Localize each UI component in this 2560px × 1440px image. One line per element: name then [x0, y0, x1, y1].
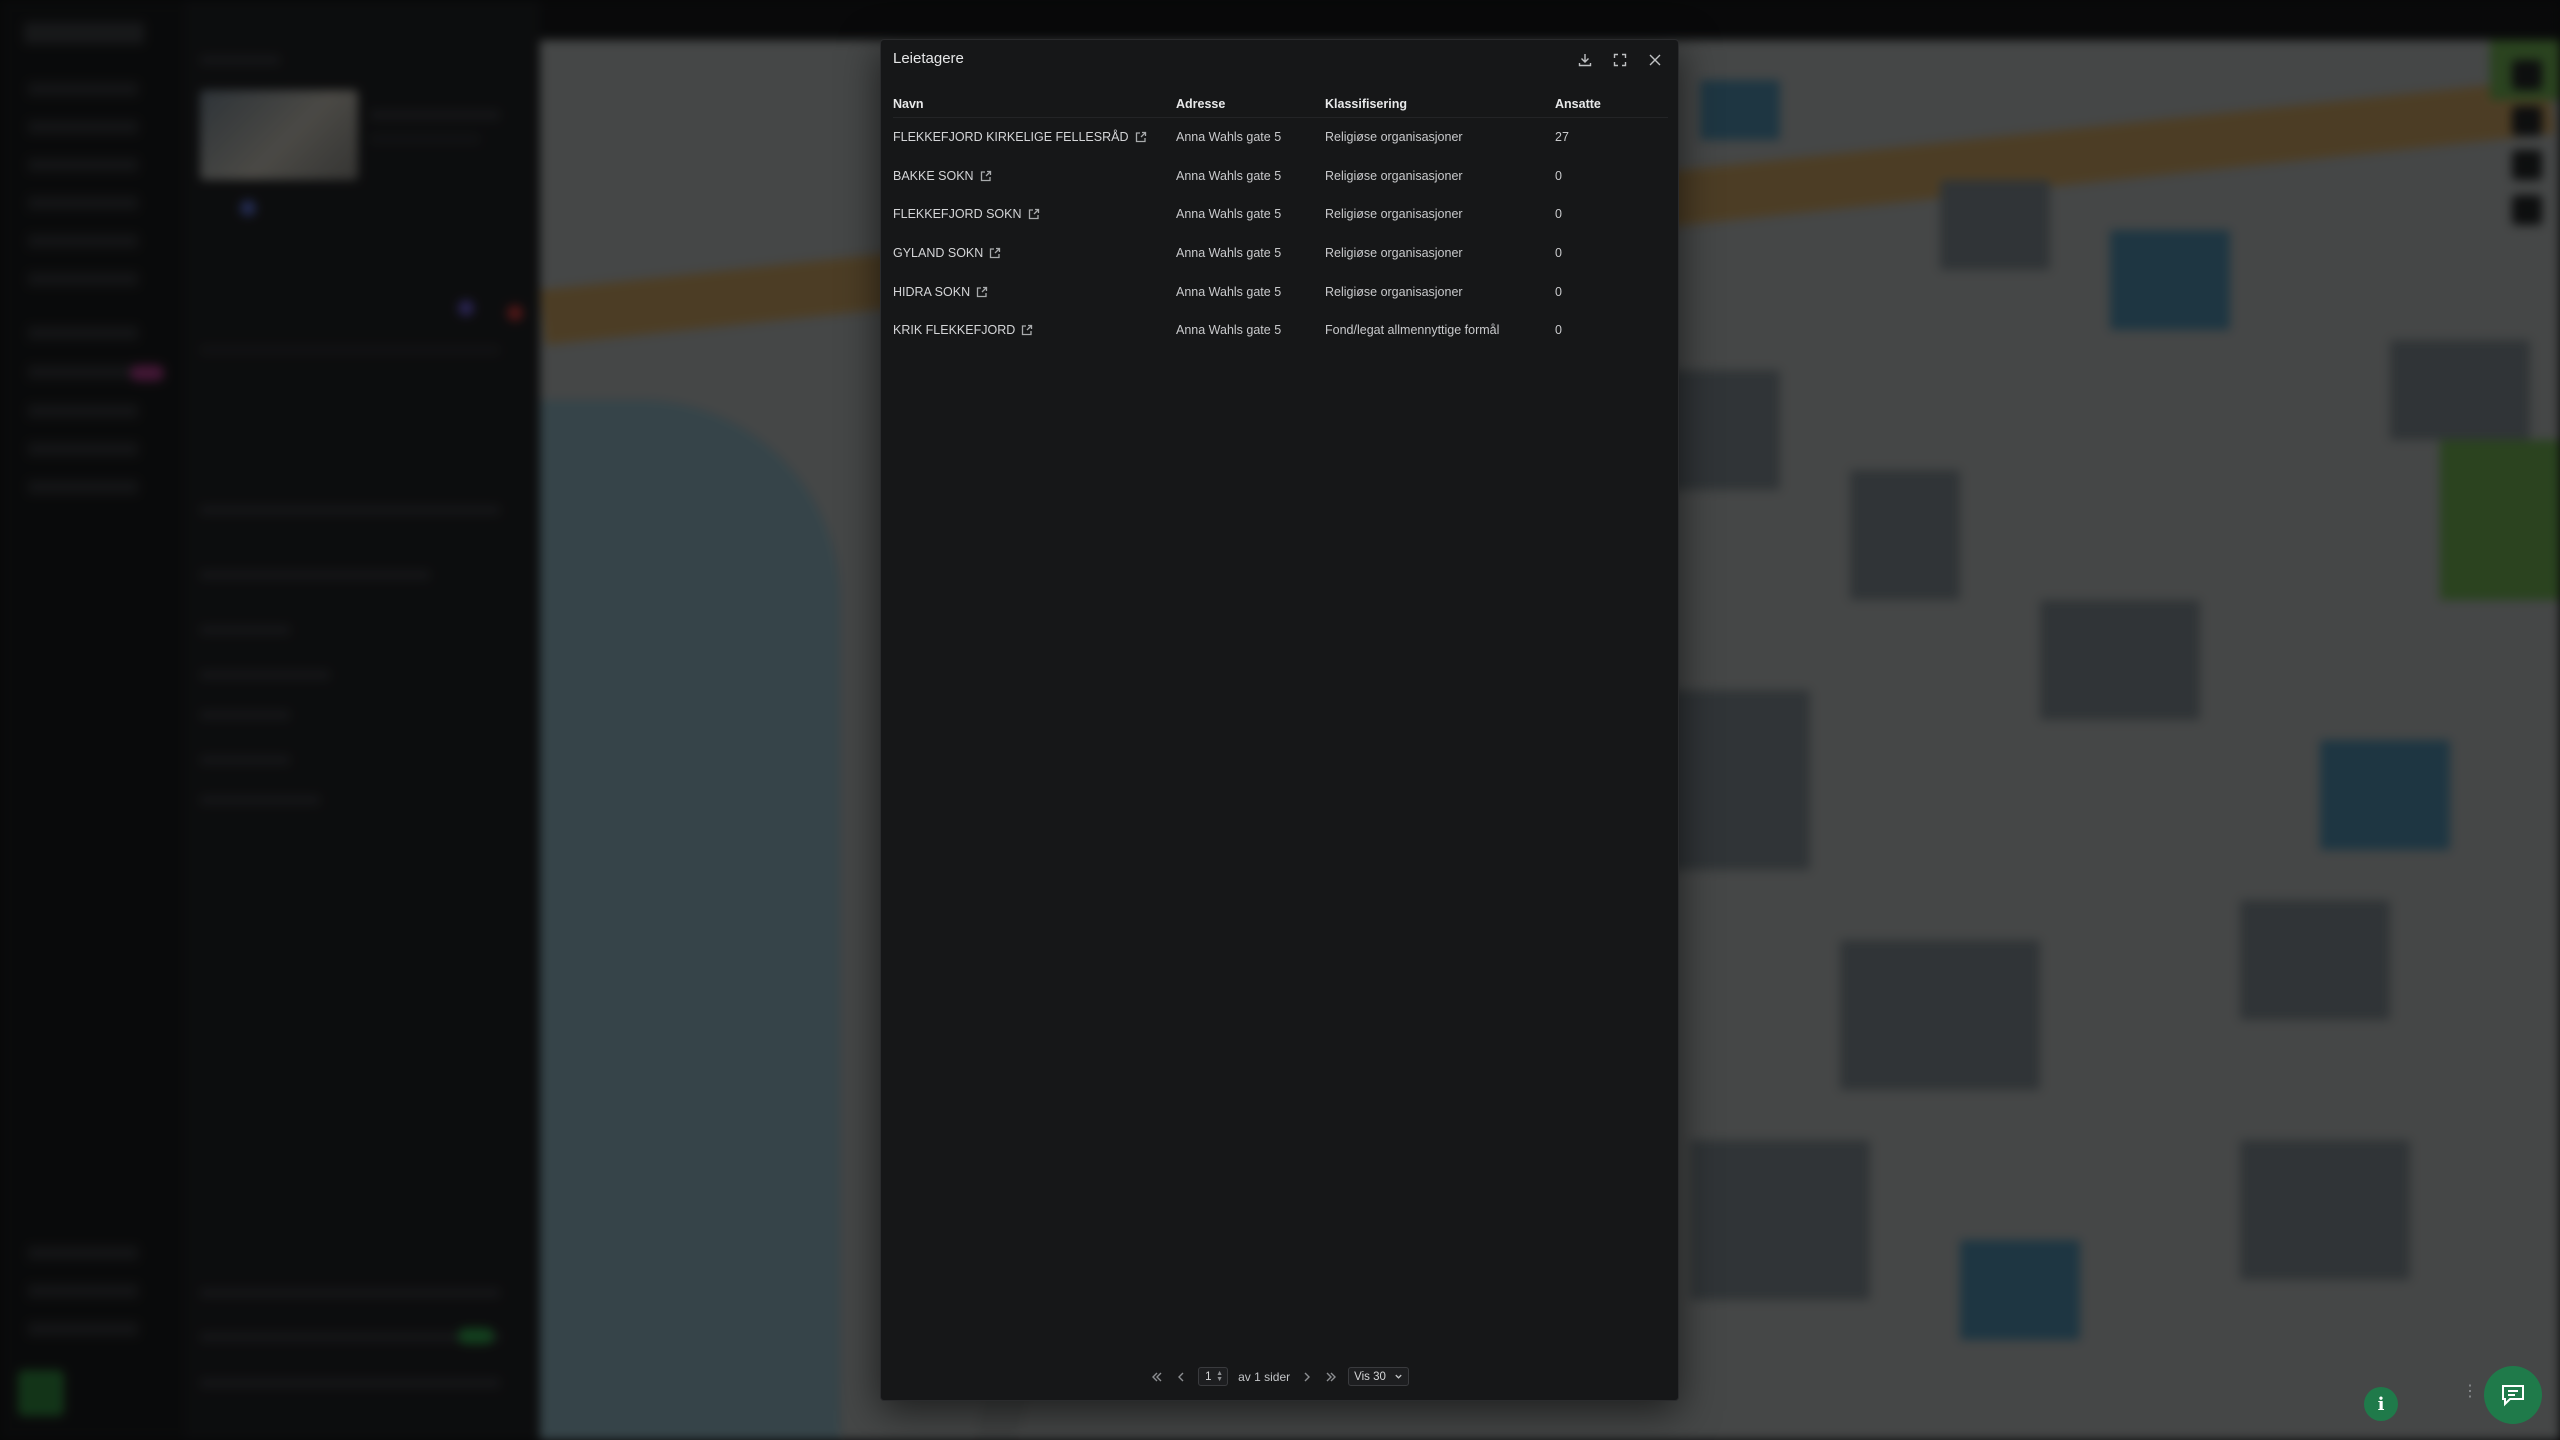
first-page-button[interactable] [1150, 1371, 1164, 1383]
previous-page-button[interactable] [1174, 1371, 1188, 1383]
tenant-employees: 0 [1555, 246, 1562, 261]
column-header-name[interactable]: Navn [893, 97, 1176, 111]
tenant-address: Anna Wahls gate 5 [1176, 284, 1282, 299]
external-link-icon[interactable] [980, 170, 992, 182]
tenant-employees: 0 [1555, 207, 1562, 222]
drag-handle-icon[interactable]: ⋮⋮ [2462, 1384, 2495, 1410]
page-number: 1 [1205, 1370, 1212, 1383]
tenant-classification: Fond/legat allmennyttige formål [1325, 323, 1500, 338]
table-row: KRIK FLEKKEFJORD Anna Wahls gate 5 Fond/… [893, 311, 1668, 350]
pagination: 1 ▲ ▼ av 1 sider Vis 30 [881, 1367, 1678, 1386]
page-count-label: av 1 sider [1238, 1369, 1291, 1384]
tenant-name[interactable]: FLEKKEFJORD SOKN [893, 207, 1022, 221]
info-button[interactable]: i [2364, 1387, 2398, 1421]
chevron-down-icon [1395, 1374, 1402, 1379]
info-icon: i [2377, 1393, 2385, 1415]
tenants-table: Navn Adresse Klassifisering Ansatte FLEK… [893, 90, 1668, 350]
page-size-value: Vis 30 [1354, 1370, 1386, 1383]
download-button[interactable] [1571, 49, 1598, 71]
column-header-address[interactable]: Adresse [1176, 97, 1325, 111]
tenants-dialog: Leietagere Navn Adresse Klassifisering A… [880, 39, 1679, 1401]
tenant-address: Anna Wahls gate 5 [1176, 168, 1282, 183]
tenant-name-link[interactable]: HIDRA SOKN [893, 285, 1176, 299]
column-header-employees[interactable]: Ansatte [1555, 97, 1668, 111]
table-row: HIDRA SOKN Anna Wahls gate 5 Religiøse o… [893, 272, 1668, 311]
tenant-name-link[interactable]: GYLAND SOKN [893, 246, 1176, 260]
tenant-name[interactable]: HIDRA SOKN [893, 285, 970, 299]
close-button[interactable] [1641, 49, 1668, 71]
chat-button[interactable] [2484, 1366, 2542, 1424]
download-icon [1578, 54, 1591, 67]
spinner-icon[interactable]: ▲ ▼ [1216, 1370, 1223, 1383]
double-chevron-right-icon [1326, 1372, 1337, 1381]
external-link-icon[interactable] [1021, 324, 1033, 336]
dialog-actions [1571, 49, 1668, 71]
tenant-address: Anna Wahls gate 5 [1176, 323, 1282, 338]
tenant-address: Anna Wahls gate 5 [1176, 207, 1282, 222]
tenant-name[interactable]: KRIK FLEKKEFJORD [893, 323, 1015, 337]
page-size-select[interactable]: Vis 30 [1348, 1367, 1409, 1386]
tenant-classification: Religiøse organisasjoner [1325, 130, 1463, 145]
column-header-classification[interactable]: Klassifisering [1325, 97, 1555, 111]
tenant-name-link[interactable]: FLEKKEFJORD SOKN [893, 207, 1176, 221]
tenant-classification: Religiøse organisasjoner [1325, 207, 1463, 222]
table-row: FLEKKEFJORD SOKN Anna Wahls gate 5 Relig… [893, 195, 1668, 234]
tenant-address: Anna Wahls gate 5 [1176, 246, 1282, 261]
expand-icon [1613, 53, 1626, 67]
tenant-name-link[interactable]: KRIK FLEKKEFJORD [893, 323, 1176, 337]
table-header: Navn Adresse Klassifisering Ansatte [893, 90, 1668, 118]
tenant-classification: Religiøse organisasjoner [1325, 246, 1463, 261]
tenant-name-link[interactable]: FLEKKEFJORD KIRKELIGE FELLESRÅD [893, 130, 1176, 144]
table-row: BAKKE SOKN Anna Wahls gate 5 Religiøse o… [893, 157, 1668, 196]
tenant-name[interactable]: BAKKE SOKN [893, 169, 974, 183]
table-row: GYLAND SOKN Anna Wahls gate 5 Religiøse … [893, 234, 1668, 273]
tenant-address: Anna Wahls gate 5 [1176, 130, 1282, 145]
tenant-classification: Religiøse organisasjoner [1325, 168, 1463, 183]
tenant-name-link[interactable]: BAKKE SOKN [893, 169, 1176, 183]
external-link-icon[interactable] [989, 247, 1001, 259]
external-link-icon[interactable] [1028, 208, 1040, 220]
page-number-input[interactable]: 1 ▲ ▼ [1198, 1367, 1229, 1386]
tenant-employees: 0 [1555, 284, 1562, 299]
chevron-left-icon [1178, 1372, 1184, 1381]
dialog-title: Leietagere [893, 50, 964, 67]
tenant-employees: 27 [1555, 130, 1569, 145]
tenant-employees: 0 [1555, 168, 1562, 183]
tenant-classification: Religiøse organisasjoner [1325, 284, 1463, 299]
tenant-employees: 0 [1555, 323, 1562, 338]
tenant-name[interactable]: FLEKKEFJORD KIRKELIGE FELLESRÅD [893, 130, 1129, 144]
double-chevron-left-icon [1152, 1372, 1162, 1381]
external-link-icon[interactable] [976, 286, 988, 298]
tenant-name[interactable]: GYLAND SOKN [893, 246, 983, 260]
last-page-button[interactable] [1324, 1371, 1338, 1383]
close-icon [1649, 54, 1660, 66]
table-row: FLEKKEFJORD KIRKELIGE FELLESRÅD Anna Wah… [893, 118, 1668, 157]
external-link-icon[interactable] [1135, 131, 1147, 143]
fullscreen-button[interactable] [1606, 49, 1633, 71]
chevron-right-icon [1304, 1372, 1311, 1381]
chat-icon [2502, 1385, 2524, 1407]
next-page-button[interactable] [1300, 1371, 1314, 1383]
